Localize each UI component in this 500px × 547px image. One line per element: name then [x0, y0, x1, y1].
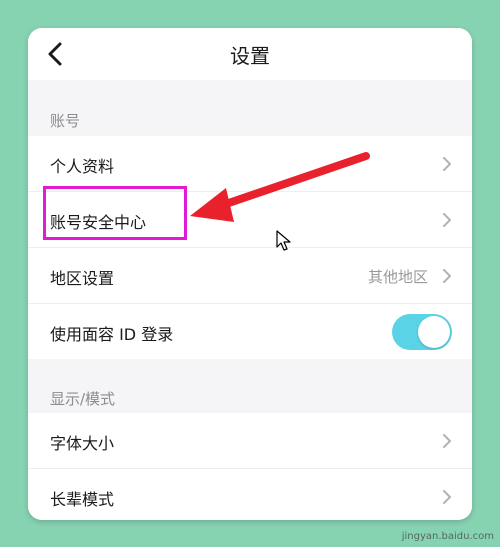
display-group: 字体大小 长辈模式 [28, 413, 472, 520]
row-label: 使用面容 ID 登录 [50, 325, 174, 344]
row-label: 地区设置 [50, 269, 115, 288]
region-value: 其他地区 [367, 268, 428, 286]
chevron-right-icon [443, 157, 451, 171]
section-label-display: 显示/模式 [50, 390, 116, 408]
settings-screen: 设置 账号 个人资料 账号安全中心 地区设置 其他地区 使用面容 ID 登录 显… [28, 28, 472, 520]
list-item-font-size[interactable]: 字体大小 [28, 413, 472, 469]
list-item-elder-mode[interactable]: 长辈模式 [28, 469, 472, 520]
section-label-account: 账号 [50, 112, 81, 130]
chevron-right-icon [443, 490, 451, 504]
nav-bar: 设置 [28, 28, 472, 80]
watermark-text: jingyan.baidu.com [401, 531, 494, 542]
mouse-cursor-icon [276, 230, 291, 251]
row-label: 字体大小 [50, 434, 115, 453]
row-label: 个人资料 [50, 157, 115, 176]
toggle-knob [418, 316, 450, 348]
face-id-toggle[interactable] [392, 314, 452, 350]
chevron-right-icon [443, 434, 451, 448]
watermark: jingyan.baidu.com [402, 531, 494, 543]
list-item-region[interactable]: 地区设置 其他地区 [28, 248, 472, 304]
chevron-right-icon [443, 269, 451, 283]
row-label: 长辈模式 [50, 490, 115, 509]
chevron-right-icon [443, 213, 451, 227]
list-item-face-id: 使用面容 ID 登录 [28, 304, 472, 359]
highlight-box [43, 186, 187, 240]
page-title: 设置 [230, 44, 270, 68]
red-arrow-icon [190, 152, 370, 222]
